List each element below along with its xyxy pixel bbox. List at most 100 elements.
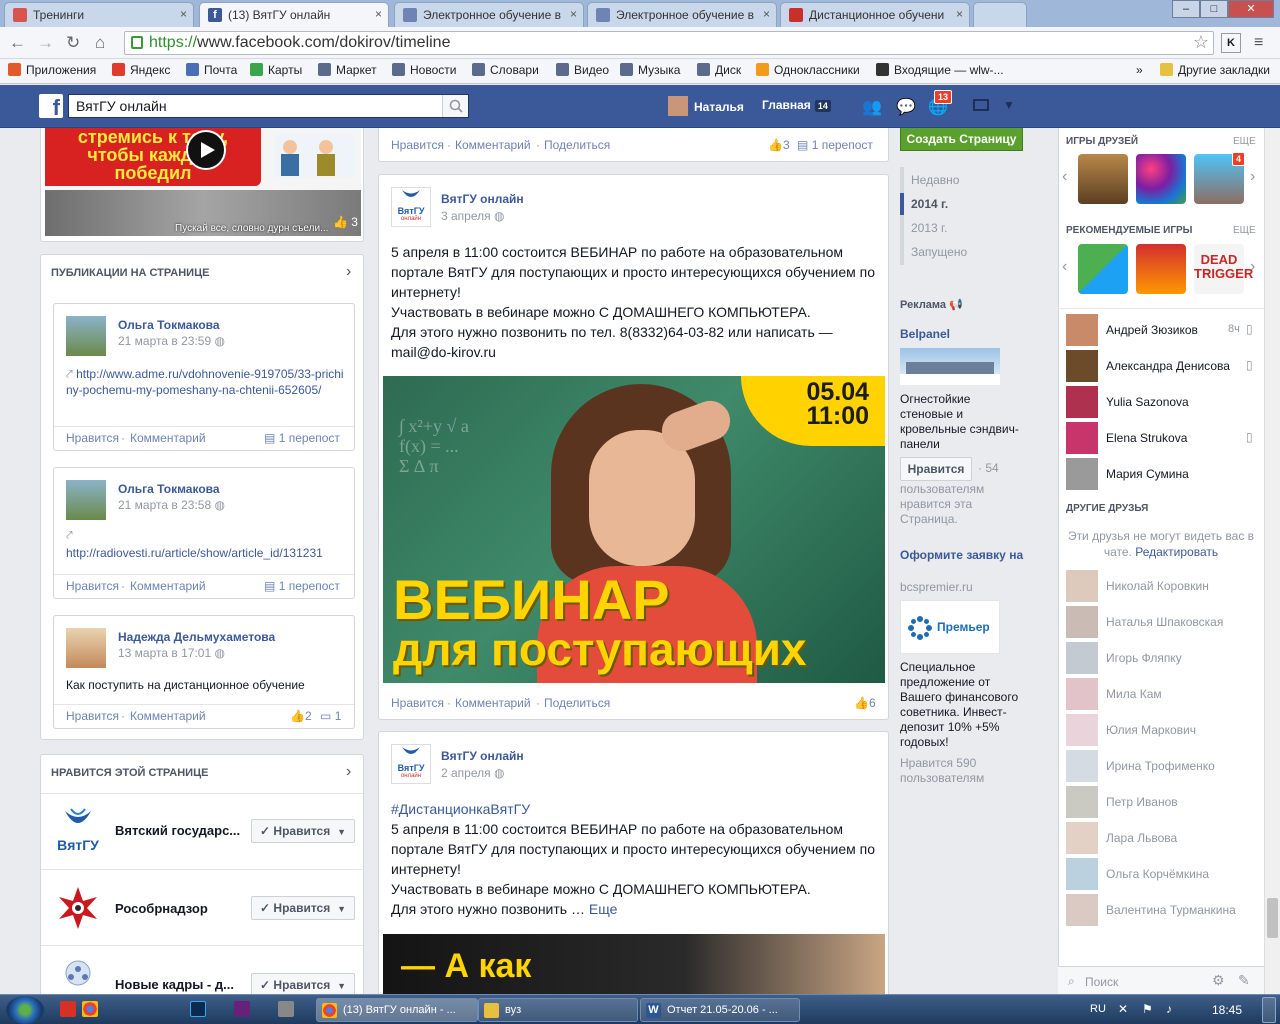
chat-friend-row[interactable]: Валентина Турманкина <box>1066 894 1256 926</box>
close-window-icon[interactable]: ✕ <box>1228 0 1274 18</box>
post-image[interactable]: ∫ x²+y √ a f(x) = ... Σ ∆ π 05.04 11:00 ВЕБ… <box>383 376 885 683</box>
close-tab-icon[interactable]: × <box>180 7 187 21</box>
gear-icon[interactable]: ⚙ <box>1212 972 1225 989</box>
bookmark-dictionaries[interactable]: Словари <box>472 63 539 77</box>
comment-link[interactable]: Комментарий <box>130 431 206 445</box>
browser-tab-2[interactable]: f (13) ВятГУ онлайн × <box>199 2 389 27</box>
like-page-button[interactable]: ✓ Нравится ▼ <box>251 896 355 920</box>
page-scrollbar[interactable] <box>1264 128 1280 994</box>
reload-icon[interactable]: ↻ <box>66 33 80 53</box>
chat-friend-row[interactable]: Игорь Фляпку <box>1066 642 1256 674</box>
back-icon[interactable]: ← <box>9 33 26 53</box>
chat-friend-row[interactable]: Николай Коровкин <box>1066 570 1256 602</box>
ad-title-link[interactable]: Оформите заявку на <box>900 548 1025 563</box>
facebook-logo-icon[interactable]: f <box>39 94 63 120</box>
chevron-left-icon[interactable]: ‹ <box>1062 258 1067 276</box>
bookmarks-more-button[interactable]: » <box>1136 63 1143 77</box>
shared-link[interactable]: http://radiovesti.ru/article/show/articl… <box>66 546 348 560</box>
quicklaunch-icon[interactable] <box>60 1001 76 1017</box>
shares-count[interactable]: ▤ 1 перепост <box>264 431 340 445</box>
close-tab-icon[interactable]: × <box>956 7 963 21</box>
chevron-right-icon[interactable]: › <box>346 263 351 281</box>
game-apps-collage-icon[interactable] <box>1078 244 1128 294</box>
timeline-nav-2014[interactable]: 2014 г. <box>911 197 948 211</box>
bookmark-yandex[interactable]: Яндекс <box>112 63 170 77</box>
timeline-nav-founded[interactable]: Запущено <box>911 245 967 259</box>
chat-search-input[interactable]: Поиск <box>1085 975 1118 989</box>
hashtag-link[interactable]: #ДистанционкаВятГУ <box>391 799 530 819</box>
avatar[interactable] <box>66 316 106 356</box>
chat-friend-row[interactable]: Elena Strukova ▯ <box>1066 422 1256 454</box>
show-desktop-button[interactable] <box>1262 997 1276 1023</box>
liked-page-name[interactable]: Новые кадры - д... <box>115 977 234 992</box>
browser-tab-1[interactable]: Тренинги × <box>4 2 194 27</box>
share-link[interactable]: Поделиться <box>544 696 610 710</box>
friend-requests-icon[interactable]: 👥 <box>862 97 882 117</box>
chat-friend-row[interactable]: Ирина Трофименко <box>1066 750 1256 782</box>
author-link[interactable]: Ольга Токмакова <box>118 318 220 332</box>
settings-dropdown-icon[interactable]: ▼ <box>1003 98 1015 112</box>
edit-chat-visibility-link[interactable]: Редактировать <box>1135 545 1218 559</box>
maximize-icon[interactable]: □ <box>1200 0 1228 18</box>
chat-friend-row[interactable]: Yulia Sazonova <box>1066 386 1256 418</box>
author-link[interactable]: Надежда Дельмухаметова <box>118 630 275 644</box>
chat-friend-row[interactable]: Юлия Маркович <box>1066 714 1256 746</box>
bookmark-video[interactable]: Видео <box>556 63 609 77</box>
language-indicator[interactable]: RU <box>1090 1003 1106 1015</box>
shares-count[interactable]: ▤ 1 перепост <box>797 138 873 152</box>
privacy-shortcuts-icon[interactable] <box>973 99 989 111</box>
network-icon[interactable]: ✕ <box>1118 1002 1128 1016</box>
volume-icon[interactable]: ♪ <box>1166 1002 1172 1016</box>
game-bubble-icon[interactable] <box>1136 154 1186 204</box>
bookmark-inbox[interactable]: Входящие — wlw-... <box>876 63 1004 77</box>
bookmark-music[interactable]: Музыка <box>620 63 680 77</box>
like-page-button[interactable]: ✓ Нравится ▼ <box>251 819 355 843</box>
page-avatar[interactable]: ВятГУ онлайн <box>391 744 431 784</box>
author-link[interactable]: Ольга Токмакова <box>118 482 220 496</box>
like-link[interactable]: Нравится <box>391 696 444 710</box>
game-racing-icon[interactable] <box>1136 244 1186 294</box>
ad-image[interactable] <box>900 348 1000 385</box>
home-link[interactable]: Главная 14 <box>762 98 831 112</box>
flag-icon[interactable]: ⚑ <box>1142 1002 1153 1016</box>
browser-tab-4[interactable]: Электронное обучение в × <box>587 2 777 27</box>
avatar[interactable] <box>66 480 106 520</box>
visual-studio-icon[interactable] <box>234 1001 250 1017</box>
minimize-icon[interactable]: – <box>1172 0 1200 18</box>
post-date[interactable]: 13 марта в 17:01 ◍ <box>118 646 225 660</box>
menu-icon[interactable]: ≡ <box>1254 34 1263 52</box>
comment-link[interactable]: Комментарий <box>455 138 531 152</box>
see-more-link[interactable]: Еще <box>589 901 618 917</box>
ad-title-link[interactable]: Belpanel <box>900 327 950 341</box>
bookmark-odnoklassniki[interactable]: Одноклассники <box>756 63 860 77</box>
shared-link[interactable]: ⤤ http://www.adme.ru/vdohnovenie-919705/… <box>66 366 348 398</box>
comment-link[interactable]: Комментарий <box>455 696 531 710</box>
browser-tab-3[interactable]: Электронное обучение в × <box>394 2 584 27</box>
like-link[interactable]: Нравится <box>66 709 119 723</box>
vyatgu-logo[interactable]: ВятГУ <box>53 807 103 857</box>
ad-like-button[interactable]: Нравится <box>900 457 972 481</box>
more-recommended-link[interactable]: ЕЩЕ <box>1233 225 1256 236</box>
shares-count[interactable]: ▤ 1 перепост <box>264 579 340 593</box>
chevron-right-icon[interactable]: › <box>1250 258 1255 276</box>
url-input[interactable]: https://www.facebook.com/dokirov/timelin… <box>124 31 1214 55</box>
chevron-left-icon[interactable]: ‹ <box>1062 168 1067 186</box>
messages-icon[interactable]: 💬 <box>896 97 916 117</box>
new-tab-button[interactable] <box>973 2 1027 27</box>
close-tab-icon[interactable]: × <box>763 7 770 21</box>
chevron-right-icon[interactable]: › <box>346 763 351 781</box>
bookmark-apps[interactable]: Приложения <box>8 63 96 77</box>
post-date[interactable]: 21 марта в 23:58 ◍ <box>118 498 225 512</box>
bookmark-maps[interactable]: Карты <box>250 63 302 77</box>
search-icon[interactable] <box>442 95 468 117</box>
bookmark-mail[interactable]: Почта <box>186 63 237 77</box>
game-dead-trigger-icon[interactable]: DEAD TRIGGER <box>1194 244 1253 294</box>
timeline-nav-recent[interactable]: Недавно <box>911 173 959 187</box>
post-date[interactable]: 2 апреля ◍ <box>441 766 504 780</box>
compose-icon[interactable]: ✎ <box>1238 972 1250 989</box>
share-link[interactable]: Поделиться <box>544 138 610 152</box>
post-image[interactable]: — А как <box>383 934 885 995</box>
close-tab-icon[interactable]: × <box>570 7 577 21</box>
chat-friend-row[interactable]: Александра Денисова ▯ <box>1066 350 1256 382</box>
chat-friend-row[interactable]: Мила Кам <box>1066 678 1256 710</box>
